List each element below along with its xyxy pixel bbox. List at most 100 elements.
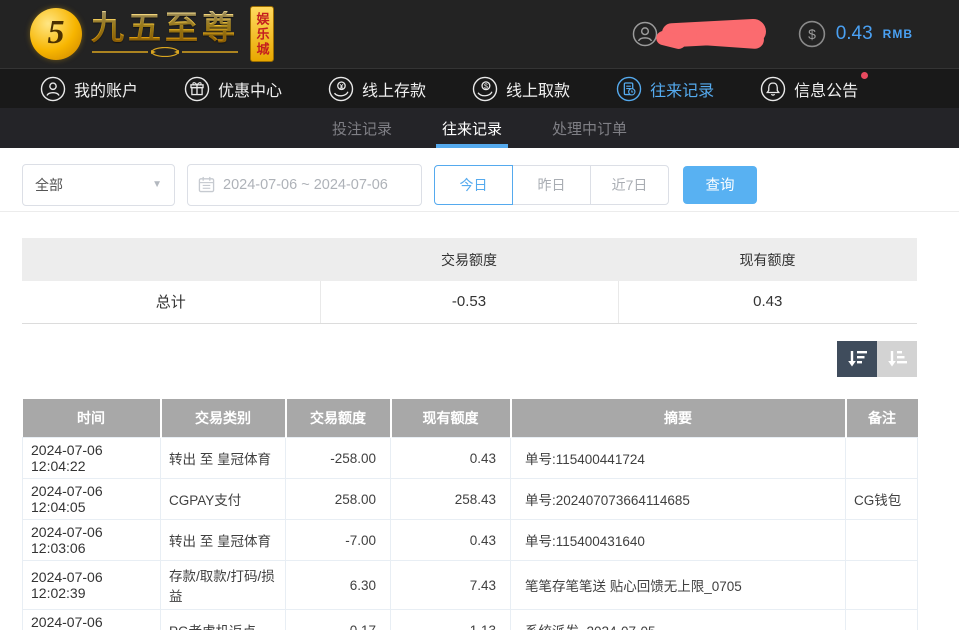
tab-pending-orders[interactable]: 处理中订单: [546, 108, 633, 148]
svg-text:$: $: [484, 83, 488, 90]
summary-header-transaction: 交易额度: [320, 238, 618, 281]
nav-item-promotions[interactable]: 优惠中心: [184, 76, 282, 102]
summary-header-row: 交易额度 现有额度: [22, 238, 917, 281]
type-select[interactable]: 全部 ▼: [22, 164, 175, 206]
sort-ascending-icon: [885, 348, 909, 370]
user-account[interactable]: [632, 19, 772, 49]
cell-amount: 0.17: [286, 610, 391, 630]
cell-balance: 0.43: [391, 438, 511, 479]
cell-amount: 258.00: [286, 479, 391, 520]
col-header-note: 备注: [846, 399, 918, 438]
tab-transaction-records[interactable]: 往来记录: [436, 108, 508, 148]
records-header-row: 时间 交易类别 交易额度 现有额度 摘要 备注: [23, 399, 918, 438]
cell-type: CGPAY支付: [161, 479, 286, 520]
user-avatar-icon: [632, 21, 658, 47]
sort-controls: [22, 341, 917, 377]
logo-glyph: 5: [48, 14, 65, 52]
table-row: 2024-07-06 12:02:39 存款/取款/打码/损益 6.30 7.4…: [23, 561, 918, 610]
table-row: 2024-07-06 02:01:26 PG老虎机返点 0.17 1.13 系统…: [23, 610, 918, 630]
balance-display[interactable]: $ 0.43 RMB: [798, 20, 913, 48]
cell-note: CG钱包: [846, 479, 918, 520]
col-header-balance: 现有额度: [391, 399, 511, 438]
today-button[interactable]: 今日: [434, 165, 513, 205]
chevron-down-icon: ▼: [152, 179, 162, 190]
cell-type: PG老虎机返点: [161, 610, 286, 630]
coin-dollar-icon: $: [798, 20, 826, 48]
sort-descending-button[interactable]: [837, 341, 877, 377]
summary-transaction-total: -0.53: [320, 281, 618, 323]
date-range-input[interactable]: 2024-07-06 ~ 2024-07-06: [187, 164, 422, 206]
cell-time: 2024-07-06 02:01:26: [23, 610, 161, 630]
nav-label: 信息公告: [794, 77, 858, 101]
nav-label: 优惠中心: [218, 77, 282, 101]
col-header-time: 时间: [23, 399, 161, 438]
filter-bar: 全部 ▼ 2024-07-06 ~ 2024-07-06 今日 昨日 近7日 查…: [0, 148, 959, 212]
record-tabs: 投注记录 往来记录 处理中订单: [0, 108, 959, 148]
username-redaction-scribble: [662, 19, 772, 49]
cell-time: 2024-07-06 12:04:05: [23, 479, 161, 520]
account-icon: [40, 76, 66, 102]
records-table: 时间 交易类别 交易额度 现有额度 摘要 备注 2024-07-06 12:04…: [22, 399, 918, 630]
sort-descending-icon: [845, 348, 869, 370]
col-header-type: 交易类别: [161, 399, 286, 438]
cell-balance: 0.43: [391, 520, 511, 561]
summary-header-empty: [22, 238, 320, 281]
cell-balance: 7.43: [391, 561, 511, 610]
cell-note: [846, 610, 918, 630]
nav-item-announcements[interactable]: 信息公告: [760, 76, 858, 102]
cell-summary: 笔笔存笔笔送 贴心回馈无上限_0705: [511, 561, 846, 610]
cell-time: 2024-07-06 12:04:22: [23, 438, 161, 479]
bell-icon: [760, 76, 786, 102]
notification-dot: [861, 72, 868, 79]
cell-type: 转出 至 皇冠体育: [161, 520, 286, 561]
nav-label: 往来记录: [650, 77, 714, 101]
nav-label: 我的账户: [74, 77, 138, 101]
nav-item-deposit[interactable]: 线上存款: [328, 76, 426, 102]
balance-currency: RMB: [883, 27, 913, 41]
cell-balance: 258.43: [391, 479, 511, 520]
yesterday-button[interactable]: 昨日: [512, 165, 591, 205]
cell-amount: -7.00: [286, 520, 391, 561]
summary-header-balance: 现有额度: [618, 238, 917, 281]
brand-badge: 娱乐城: [250, 6, 274, 62]
col-header-amount: 交易额度: [286, 399, 391, 438]
sort-ascending-button[interactable]: [877, 341, 917, 377]
gift-icon: [184, 76, 210, 102]
brand-flourish-decoration: [90, 47, 240, 57]
nav-item-my-account[interactable]: 我的账户: [40, 76, 138, 102]
cell-balance: 1.13: [391, 610, 511, 630]
col-header-summary: 摘要: [511, 399, 846, 438]
last7days-button[interactable]: 近7日: [590, 165, 669, 205]
date-range-value: 2024-07-06 ~ 2024-07-06: [223, 177, 388, 193]
quick-range-group: 今日 昨日 近7日: [434, 165, 669, 205]
tab-betting-records[interactable]: 投注记录: [326, 108, 398, 148]
nav-item-transaction-records[interactable]: 往来记录: [616, 76, 714, 102]
cell-summary: 单号:115400441724: [511, 438, 846, 479]
cell-note: [846, 561, 918, 610]
type-select-value: 全部: [35, 175, 63, 195]
balance-amount: 0.43: [836, 23, 873, 45]
logo-coin-icon: 5: [30, 8, 82, 60]
cell-time: 2024-07-06 12:02:39: [23, 561, 161, 610]
cell-amount: 6.30: [286, 561, 391, 610]
nav-label: 线上存款: [362, 77, 426, 101]
summary-balance-total: 0.43: [618, 281, 917, 323]
search-button[interactable]: 查询: [683, 166, 757, 204]
summary-table: 交易额度 现有额度 总计 -0.53 0.43: [22, 238, 917, 324]
cell-type: 转出 至 皇冠体育: [161, 438, 286, 479]
brand-name: 九五至尊: [91, 11, 239, 46]
top-header: 5 九五至尊 娱乐城 $: [0, 0, 959, 68]
cell-summary: 系统派发_2024-07-05: [511, 610, 846, 630]
cell-time: 2024-07-06 12:03:06: [23, 520, 161, 561]
tab-label: 往来记录: [442, 118, 502, 139]
summary-total-row: 总计 -0.53 0.43: [22, 281, 917, 323]
table-row: 2024-07-06 12:04:22 转出 至 皇冠体育 -258.00 0.…: [23, 438, 918, 479]
nav-item-withdraw[interactable]: $ 线上取款: [472, 76, 570, 102]
svg-text:$: $: [808, 26, 816, 42]
cell-summary: 单号:115400431640: [511, 520, 846, 561]
calendar-icon: [198, 176, 215, 193]
nav-label: 线上取款: [506, 77, 570, 101]
site-logo[interactable]: 5 九五至尊 娱乐城: [30, 6, 274, 62]
cell-type: 存款/取款/打码/损益: [161, 561, 286, 610]
cell-summary: 单号:202407073664114685: [511, 479, 846, 520]
